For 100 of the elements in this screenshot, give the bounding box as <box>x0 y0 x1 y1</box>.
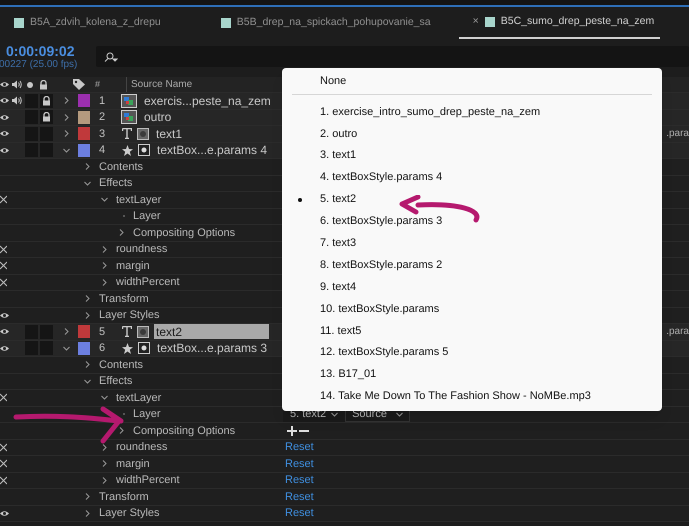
eye-icon[interactable] <box>0 114 9 121</box>
chevron-icon[interactable] <box>118 229 125 236</box>
menu-item[interactable]: 9. text4 <box>282 276 662 298</box>
menu-item-label: 2. outro <box>320 126 358 142</box>
chevron-icon[interactable] <box>331 410 338 418</box>
eye-icon[interactable] <box>0 328 9 336</box>
menu-item-label: 1. exercise_intro_sumo_drep_peste_na_zem <box>320 104 540 120</box>
chevron-icon[interactable] <box>84 312 91 319</box>
property-name: Transform <box>99 490 149 504</box>
parent-text: .para <box>666 127 689 142</box>
label-swatch[interactable] <box>78 144 90 157</box>
chevron-icon[interactable] <box>84 493 91 500</box>
label-swatch[interactable] <box>78 342 90 355</box>
label-swatch[interactable] <box>78 127 90 140</box>
menu-item[interactable]: 11. text5 <box>282 320 662 342</box>
eye-icon[interactable] <box>0 344 9 352</box>
chevron-icon[interactable] <box>101 444 108 451</box>
menu-item-label: 9. text4 <box>320 280 356 295</box>
property-name: Compositing Options <box>133 424 236 438</box>
layer-name[interactable]: exercis...peste_na_zem <box>142 93 271 108</box>
eye-icon[interactable] <box>0 130 9 138</box>
property-name: Effects <box>99 176 132 191</box>
comp-tab[interactable]: × B5C_sumo_drep_peste_na_zem <box>458 7 660 39</box>
chevron-icon[interactable] <box>84 510 91 517</box>
comp-tab[interactable]: B5B_drep_na_spickach_pohupovanie_sa <box>206 7 437 39</box>
label-swatch[interactable] <box>78 110 90 124</box>
chevron-icon[interactable] <box>101 460 108 468</box>
layer-number: 5 <box>98 324 106 340</box>
reset-link[interactable]: Reset <box>283 472 314 488</box>
timecode[interactable]: 0:00:09:02 <box>6 44 90 58</box>
footage-icon <box>121 94 137 108</box>
chevron-icon[interactable] <box>118 427 125 434</box>
layer-name[interactable]: outro <box>142 110 172 125</box>
menu-item[interactable]: 2. outro <box>282 122 662 145</box>
tag-icon[interactable] <box>73 79 85 90</box>
menu-item[interactable]: 13. B17_01 <box>282 364 662 386</box>
reset-link[interactable]: Reset <box>283 456 314 472</box>
label-swatch[interactable] <box>78 325 90 338</box>
property-name: Layer Styles <box>99 506 160 521</box>
chevron-icon[interactable] <box>84 378 91 385</box>
eye-icon[interactable] <box>0 81 9 88</box>
tab-swatch <box>484 17 495 27</box>
text-type-icon <box>122 326 132 338</box>
plus-icon[interactable] <box>287 426 297 436</box>
close-icon[interactable]: × <box>472 14 479 30</box>
reset-link[interactable]: Reset <box>283 488 314 505</box>
chevron-icon[interactable] <box>396 410 403 418</box>
eye-icon[interactable] <box>0 97 9 104</box>
comp-tab[interactable]: B5A_zdvih_kolena_z_drepu <box>0 7 167 39</box>
speaker-icon[interactable] <box>12 96 22 106</box>
chevron-icon[interactable] <box>101 476 108 484</box>
menu-item[interactable]: None <box>282 68 662 94</box>
property-name: Compositing Options <box>133 226 236 240</box>
chevron-icon[interactable] <box>84 180 91 187</box>
source-name-header[interactable]: Source Name <box>126 77 192 92</box>
chevron-icon[interactable] <box>101 262 108 270</box>
menu-item[interactable]: 12. textBoxStyle.params 5 <box>282 342 662 364</box>
menu-item[interactable]: 5. text2 <box>282 188 662 210</box>
layer-name[interactable]: text1 <box>154 126 182 142</box>
eye-icon[interactable] <box>0 146 9 154</box>
menu-item[interactable]: 10. textBoxStyle.params <box>282 298 662 320</box>
lock-icon[interactable] <box>39 80 48 90</box>
menu-item-label: 12. textBoxStyle.params 5 <box>320 345 448 360</box>
layer-name[interactable]: text2 <box>154 324 269 340</box>
menu-item[interactable]: 4. textBoxStyle.params 4 <box>282 166 662 189</box>
property-name: Contents <box>99 358 144 372</box>
chevron-icon[interactable] <box>84 361 91 368</box>
property-name: widthPercent <box>116 275 180 290</box>
menu-item[interactable]: 8. textBoxStyle.params 2 <box>282 254 662 276</box>
eye-icon[interactable] <box>0 312 9 319</box>
chevron-icon[interactable] <box>101 196 108 204</box>
label-swatch[interactable] <box>78 94 90 108</box>
reset-link[interactable]: Reset <box>283 439 314 456</box>
layer-name[interactable]: textBox...e.params 3 <box>155 340 268 356</box>
menu-item-label: 7. text3 <box>320 236 356 252</box>
menu-item-label: 5. text2 <box>320 192 356 208</box>
number-header[interactable]: # <box>95 78 100 92</box>
solo-icon[interactable] <box>27 82 33 88</box>
menu-item[interactable]: 1. exercise_intro_sumo_drep_peste_na_zem <box>282 101 662 123</box>
search-field[interactable] <box>96 46 689 67</box>
eye-icon[interactable] <box>0 510 9 517</box>
chevron-icon[interactable] <box>101 246 108 253</box>
menu-item[interactable]: 7. text3 <box>282 232 662 254</box>
layer-number: 4 <box>98 143 106 158</box>
menu-item[interactable]: 3. text1 <box>282 144 662 167</box>
menu-item-label: 8. textBoxStyle.params 2 <box>320 258 442 273</box>
property-name: Layer <box>133 407 161 422</box>
chevron-icon[interactable] <box>101 278 108 286</box>
speaker-icon[interactable] <box>12 80 22 89</box>
reset-link[interactable]: Reset <box>283 505 314 522</box>
chevron-icon[interactable] <box>84 295 91 302</box>
chevron-icon[interactable] <box>84 163 91 170</box>
layer-name[interactable]: textBox...e.params 4 <box>155 142 268 158</box>
menu-item[interactable]: 14. Take Me Down To The Fashion Show - NoMBe.mp3 <box>282 386 662 408</box>
property-name: Layer <box>133 209 161 224</box>
parent-text: .para <box>666 325 689 340</box>
footage-icon <box>121 110 137 124</box>
chevron-icon[interactable] <box>101 394 108 402</box>
layer-number: 3 <box>98 126 106 142</box>
menu-item[interactable]: 6. textBoxStyle.params 3 <box>282 210 662 232</box>
